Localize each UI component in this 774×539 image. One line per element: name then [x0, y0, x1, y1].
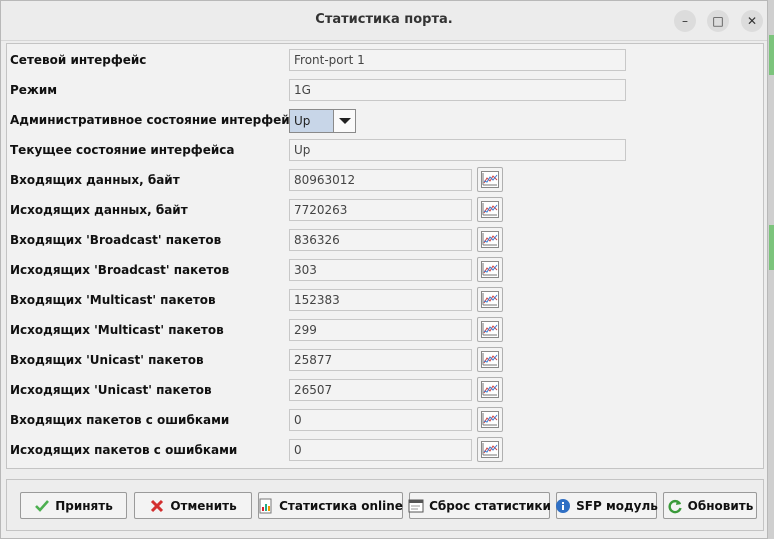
stat-row: Исходящих 'Multicast' пакетов 299 — [7, 316, 763, 344]
chart-button[interactable] — [477, 317, 503, 342]
reset-stats-button[interactable]: Сброс статистики — [408, 492, 551, 519]
refresh-icon — [667, 498, 683, 514]
info-icon — [555, 498, 571, 514]
interface-label: Сетевой интерфейс — [10, 53, 147, 67]
bar-chart-doc-icon — [258, 498, 274, 514]
cancel-button[interactable]: Отменить — [134, 492, 252, 519]
stat-row: Входящих 'Broadcast' пакетов 836326 — [7, 226, 763, 254]
cancel-label: Отменить — [170, 498, 237, 513]
current-state-label: Текущее состояние интерфейса — [10, 143, 235, 157]
red-x-icon — [149, 498, 165, 514]
sfp-module-button[interactable]: SFP модуль — [555, 492, 658, 519]
stat-row: Входящих данных, байт 80963012 — [7, 166, 763, 194]
stat-label: Исходящих 'Broadcast' пакетов — [10, 263, 230, 277]
stat-value-field: 26507 — [289, 379, 472, 401]
background-accent — [769, 35, 774, 75]
stat-label: Входящих 'Broadcast' пакетов — [10, 233, 222, 247]
window-title: Статистика порта. — [315, 12, 453, 27]
accept-button[interactable]: Принять — [20, 492, 127, 519]
stat-value-field: 25877 — [289, 349, 472, 371]
stat-label: Исходящих 'Multicast' пакетов — [10, 323, 224, 337]
stat-label: Исходящих 'Unicast' пакетов — [10, 383, 212, 397]
reset-window-icon — [408, 498, 424, 514]
stat-value-field: 303 — [289, 259, 472, 281]
current-state-field: Up — [289, 139, 626, 161]
chart-button[interactable] — [477, 347, 503, 372]
mode-label: Режим — [10, 83, 58, 97]
sfp-module-label: SFP модуль — [576, 498, 658, 513]
chart-button[interactable] — [477, 197, 503, 222]
stat-value-field: 299 — [289, 319, 472, 341]
stat-label: Входящих данных, байт — [10, 173, 180, 187]
stat-row: Исходящих пакетов с ошибками 0 — [7, 436, 763, 464]
stat-row: Исходящих 'Unicast' пакетов 26507 — [7, 376, 763, 404]
minimize-button[interactable]: – — [674, 10, 696, 32]
chart-button[interactable] — [477, 407, 503, 432]
title-bar: Статистика порта. – □ ✕ — [1, 1, 767, 41]
stat-row: Исходящих данных, байт 7720263 — [7, 196, 763, 224]
stat-label: Входящих пакетов с ошибками — [10, 413, 230, 427]
stat-label: Входящих 'Multicast' пакетов — [10, 293, 216, 307]
checkmark-icon — [34, 498, 50, 514]
admin-state-label: Административное состояние интерфейса — [10, 113, 305, 127]
stat-value-field: 152383 — [289, 289, 472, 311]
reset-stats-label: Сброс статистики — [429, 498, 551, 513]
refresh-label: Обновить — [687, 498, 754, 513]
interface-field: Front-port 1 — [289, 49, 626, 71]
stat-value-field: 7720263 — [289, 199, 472, 221]
stat-row: Входящих пакетов с ошибками 0 — [7, 406, 763, 434]
interface-row: Сетевой интерфейс Front-port 1 — [7, 46, 763, 74]
close-button[interactable]: ✕ — [741, 10, 763, 32]
mode-row: Режим 1G — [7, 76, 763, 104]
chart-button[interactable] — [477, 377, 503, 402]
stat-label: Исходящих пакетов с ошибками — [10, 443, 238, 457]
stat-label: Исходящих данных, байт — [10, 203, 188, 217]
current-state-row: Текущее состояние интерфейса Up — [7, 136, 763, 164]
stat-row: Входящих 'Multicast' пакетов 152383 — [7, 286, 763, 314]
statistics-panel: Сетевой интерфейс Front-port 1 Режим 1G … — [6, 43, 764, 469]
stat-value-field: 80963012 — [289, 169, 472, 191]
online-stats-button[interactable]: Статистика online — [258, 492, 403, 519]
maximize-button[interactable]: □ — [707, 10, 729, 32]
chevron-down-icon[interactable] — [333, 110, 355, 132]
chart-button[interactable] — [477, 257, 503, 282]
stat-row: Исходящих 'Broadcast' пакетов 303 — [7, 256, 763, 284]
admin-state-value[interactable]: Up — [290, 110, 334, 132]
stat-value-field: 836326 — [289, 229, 472, 251]
mode-field: 1G — [289, 79, 626, 101]
chart-button[interactable] — [477, 227, 503, 252]
admin-state-select[interactable]: Up — [289, 109, 356, 133]
stat-value-field: 0 — [289, 439, 472, 461]
chart-button[interactable] — [477, 167, 503, 192]
chart-button[interactable] — [477, 287, 503, 312]
button-bar: Принять Отменить Статистика online Сброс… — [6, 479, 764, 531]
stat-label: Входящих 'Unicast' пакетов — [10, 353, 204, 367]
online-stats-label: Статистика online — [279, 498, 403, 513]
admin-state-row: Административное состояние интерфейса Up — [7, 106, 763, 134]
stat-row: Входящих 'Unicast' пакетов 25877 — [7, 346, 763, 374]
stat-value-field: 0 — [289, 409, 472, 431]
accept-label: Принять — [55, 498, 113, 513]
background-accent — [769, 225, 774, 270]
port-statistics-dialog: Статистика порта. – □ ✕ Сетевой интерфей… — [0, 0, 768, 539]
background-window-edge — [768, 0, 774, 539]
refresh-button[interactable]: Обновить — [663, 492, 757, 519]
chart-button[interactable] — [477, 437, 503, 462]
